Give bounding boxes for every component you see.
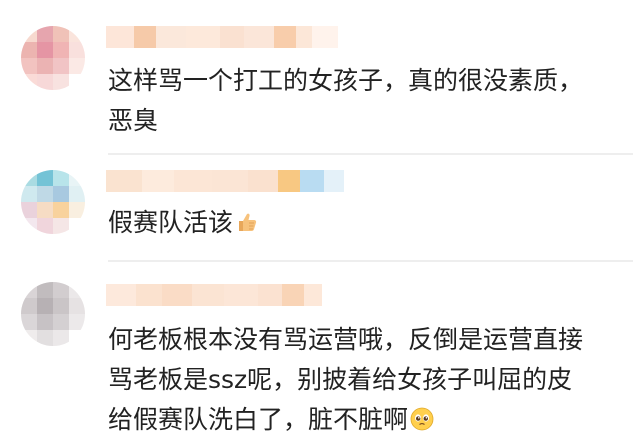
username-mosaic-cell	[162, 284, 192, 306]
avatar-blurred[interactable]	[21, 26, 85, 90]
avatar-mosaic-cell	[53, 186, 69, 202]
avatar-mosaic-cell	[53, 314, 69, 330]
avatar-mosaic-cell	[21, 218, 37, 234]
avatar-mosaic-cell	[21, 282, 37, 298]
username-mosaic-cell	[312, 26, 338, 48]
avatar-blurred[interactable]	[21, 282, 85, 346]
avatar-mosaic-cell	[69, 314, 85, 330]
avatar-mosaic-cell	[37, 74, 53, 90]
avatar-mosaic-cell	[21, 170, 37, 186]
avatar-mosaic-cell	[69, 42, 85, 58]
avatar-mosaic-cell	[69, 74, 85, 90]
username-mosaic-cell	[324, 170, 344, 192]
avatar-mosaic-cell	[37, 330, 53, 346]
username-mosaic-cell	[212, 170, 248, 192]
avatar-mosaic-cell	[37, 298, 53, 314]
avatar-mosaic-cell	[21, 26, 37, 42]
avatar-mosaic-cell	[53, 26, 69, 42]
avatar-mosaic-cell	[69, 58, 85, 74]
avatar-mosaic-cell	[69, 298, 85, 314]
comment-item-3: 何老板根本没有骂运营哦，反倒是运营直接 骂老板是ssz呢，别披着给女孩子叫屈的皮…	[0, 272, 633, 434]
avatar-mosaic-cell	[21, 202, 37, 218]
avatar-mosaic-cell	[53, 202, 69, 218]
comment-text-line: 假赛队活该	[108, 203, 259, 243]
avatar-mosaic-cell	[53, 74, 69, 90]
divider	[108, 260, 633, 262]
comment-text-line: 这样骂一个打工的女孩子，真的很没素质，	[108, 66, 584, 95]
username-blurred[interactable]	[106, 284, 322, 306]
username-mosaic-cell	[142, 170, 174, 192]
username-mosaic-cell	[106, 26, 134, 48]
avatar-mosaic-cell	[53, 330, 69, 346]
avatar-mosaic-cell	[53, 42, 69, 58]
username-mosaic-cell	[186, 26, 220, 48]
divider	[108, 153, 633, 155]
username-mosaic-cell	[278, 170, 300, 192]
username-mosaic-cell	[258, 284, 282, 306]
avatar-mosaic-cell	[53, 298, 69, 314]
username-mosaic-cell	[136, 284, 162, 306]
avatar-mosaic-cell	[69, 26, 85, 42]
avatar-mosaic-cell	[37, 314, 53, 330]
avatar-mosaic-cell	[69, 202, 85, 218]
username-mosaic-cell	[296, 26, 312, 48]
pleading-face-icon	[410, 403, 434, 431]
comment-text: 假赛队活该	[108, 203, 259, 243]
username-blurred[interactable]	[106, 26, 338, 48]
thumbs-up-icon	[235, 206, 259, 231]
username-blurred[interactable]	[106, 170, 344, 192]
avatar-mosaic-cell	[53, 170, 69, 186]
comment-text-line: 何老板根本没有骂运营哦，反倒是运营直接	[108, 325, 584, 354]
avatar-mosaic-cell	[21, 74, 37, 90]
avatar-mosaic-cell	[69, 282, 85, 298]
avatar-mosaic-cell	[37, 42, 53, 58]
username-mosaic-cell	[224, 284, 258, 306]
avatar-mosaic-cell	[37, 186, 53, 202]
avatar-mosaic-cell	[69, 330, 85, 346]
avatar-mosaic-cell	[69, 170, 85, 186]
avatar-mosaic-cell	[37, 218, 53, 234]
username-mosaic-cell	[244, 26, 274, 48]
avatar-mosaic-cell	[37, 58, 53, 74]
avatar-mosaic-cell	[53, 218, 69, 234]
comment-text: 何老板根本没有骂运营哦，反倒是运营直接 骂老板是ssz呢，别披着给女孩子叫屈的皮…	[108, 320, 583, 440]
username-mosaic-cell	[220, 26, 244, 48]
avatar-blurred[interactable]	[21, 170, 85, 234]
username-mosaic-cell	[156, 26, 186, 48]
avatar-mosaic-cell	[21, 186, 37, 202]
avatar-mosaic-cell	[21, 330, 37, 346]
avatar-mosaic-cell	[37, 282, 53, 298]
avatar-mosaic-cell	[37, 26, 53, 42]
comment-item-1: 这样骂一个打工的女孩子，真的很没素质， 恶臭	[0, 0, 633, 158]
avatar-mosaic-cell	[69, 186, 85, 202]
comment-text-line: 恶臭	[108, 106, 159, 135]
avatar-mosaic-cell	[21, 314, 37, 330]
username-mosaic-cell	[300, 170, 324, 192]
avatar-mosaic-cell	[37, 170, 53, 186]
avatar-mosaic-cell	[53, 58, 69, 74]
comment-text-line: 骂老板是ssz呢，别披着给女孩子叫屈的皮	[108, 365, 573, 394]
comment-item-2: 假赛队活该	[0, 158, 633, 272]
avatar-mosaic-cell	[21, 42, 37, 58]
avatar-mosaic-cell	[53, 282, 69, 298]
comment-text: 这样骂一个打工的女孩子，真的很没素质， 恶臭	[108, 61, 583, 141]
avatar-mosaic-cell	[21, 58, 37, 74]
avatar-mosaic-cell	[37, 202, 53, 218]
username-mosaic-cell	[248, 170, 278, 192]
username-mosaic-cell	[174, 170, 212, 192]
avatar-mosaic-cell	[69, 218, 85, 234]
username-mosaic-cell	[282, 284, 304, 306]
avatar-mosaic-cell	[21, 298, 37, 314]
username-mosaic-cell	[274, 26, 296, 48]
username-mosaic-cell	[106, 170, 142, 192]
username-mosaic-cell	[304, 284, 322, 306]
username-mosaic-cell	[192, 284, 224, 306]
comment-text-line: 给假赛队洗白了，脏不脏啊	[108, 400, 583, 440]
username-mosaic-cell	[106, 284, 136, 306]
username-mosaic-cell	[134, 26, 156, 48]
